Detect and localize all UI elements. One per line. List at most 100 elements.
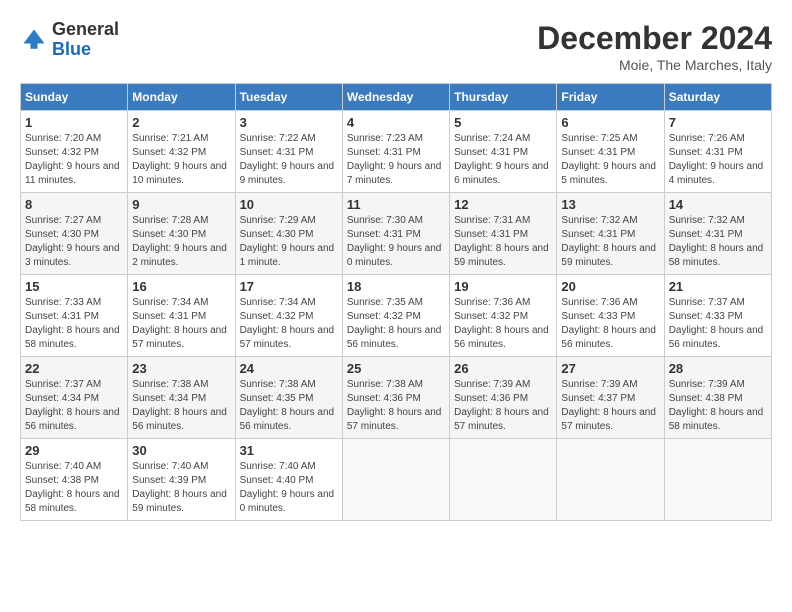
day-number: 19 bbox=[454, 279, 552, 294]
day-info: Sunrise: 7:34 AM Sunset: 4:32 PM Dayligh… bbox=[240, 296, 338, 352]
header-tuesday: Tuesday bbox=[235, 84, 342, 111]
day-info: Sunrise: 7:31 AM Sunset: 4:31 PM Dayligh… bbox=[454, 214, 552, 270]
day-number: 6 bbox=[561, 115, 659, 130]
day-number: 12 bbox=[454, 197, 552, 212]
day-cell bbox=[557, 439, 664, 521]
day-number: 14 bbox=[669, 197, 767, 212]
day-number: 13 bbox=[561, 197, 659, 212]
day-info: Sunrise: 7:40 AM Sunset: 4:39 PM Dayligh… bbox=[132, 460, 230, 516]
day-cell: 8 Sunrise: 7:27 AM Sunset: 4:30 PM Dayli… bbox=[21, 193, 128, 275]
day-cell: 23 Sunrise: 7:38 AM Sunset: 4:34 PM Dayl… bbox=[128, 357, 235, 439]
day-info: Sunrise: 7:38 AM Sunset: 4:35 PM Dayligh… bbox=[240, 378, 338, 434]
day-number: 17 bbox=[240, 279, 338, 294]
day-info: Sunrise: 7:36 AM Sunset: 4:33 PM Dayligh… bbox=[561, 296, 659, 352]
day-number: 4 bbox=[347, 115, 445, 130]
header-thursday: Thursday bbox=[450, 84, 557, 111]
day-cell: 30 Sunrise: 7:40 AM Sunset: 4:39 PM Dayl… bbox=[128, 439, 235, 521]
week-row-4: 22 Sunrise: 7:37 AM Sunset: 4:34 PM Dayl… bbox=[21, 357, 772, 439]
day-cell bbox=[450, 439, 557, 521]
day-cell: 24 Sunrise: 7:38 AM Sunset: 4:35 PM Dayl… bbox=[235, 357, 342, 439]
title-area: December 2024 Moie, The Marches, Italy bbox=[537, 20, 772, 73]
day-number: 18 bbox=[347, 279, 445, 294]
logo-text: General Blue bbox=[52, 20, 119, 60]
day-cell: 27 Sunrise: 7:39 AM Sunset: 4:37 PM Dayl… bbox=[557, 357, 664, 439]
day-cell: 6 Sunrise: 7:25 AM Sunset: 4:31 PM Dayli… bbox=[557, 111, 664, 193]
day-info: Sunrise: 7:22 AM Sunset: 4:31 PM Dayligh… bbox=[240, 132, 338, 188]
day-number: 28 bbox=[669, 361, 767, 376]
day-number: 2 bbox=[132, 115, 230, 130]
day-info: Sunrise: 7:36 AM Sunset: 4:32 PM Dayligh… bbox=[454, 296, 552, 352]
header-monday: Monday bbox=[128, 84, 235, 111]
day-cell: 17 Sunrise: 7:34 AM Sunset: 4:32 PM Dayl… bbox=[235, 275, 342, 357]
day-number: 3 bbox=[240, 115, 338, 130]
day-number: 27 bbox=[561, 361, 659, 376]
day-number: 1 bbox=[25, 115, 123, 130]
day-number: 5 bbox=[454, 115, 552, 130]
week-row-3: 15 Sunrise: 7:33 AM Sunset: 4:31 PM Dayl… bbox=[21, 275, 772, 357]
day-number: 16 bbox=[132, 279, 230, 294]
day-number: 25 bbox=[347, 361, 445, 376]
day-number: 26 bbox=[454, 361, 552, 376]
day-number: 24 bbox=[240, 361, 338, 376]
header-saturday: Saturday bbox=[664, 84, 771, 111]
day-cell: 14 Sunrise: 7:32 AM Sunset: 4:31 PM Dayl… bbox=[664, 193, 771, 275]
day-info: Sunrise: 7:28 AM Sunset: 4:30 PM Dayligh… bbox=[132, 214, 230, 270]
day-info: Sunrise: 7:20 AM Sunset: 4:32 PM Dayligh… bbox=[25, 132, 123, 188]
day-number: 23 bbox=[132, 361, 230, 376]
day-info: Sunrise: 7:26 AM Sunset: 4:31 PM Dayligh… bbox=[669, 132, 767, 188]
day-cell: 12 Sunrise: 7:31 AM Sunset: 4:31 PM Dayl… bbox=[450, 193, 557, 275]
day-number: 10 bbox=[240, 197, 338, 212]
day-number: 21 bbox=[669, 279, 767, 294]
day-info: Sunrise: 7:24 AM Sunset: 4:31 PM Dayligh… bbox=[454, 132, 552, 188]
day-cell bbox=[664, 439, 771, 521]
day-number: 30 bbox=[132, 443, 230, 458]
day-number: 9 bbox=[132, 197, 230, 212]
location: Moie, The Marches, Italy bbox=[537, 57, 772, 73]
day-cell: 15 Sunrise: 7:33 AM Sunset: 4:31 PM Dayl… bbox=[21, 275, 128, 357]
day-info: Sunrise: 7:38 AM Sunset: 4:34 PM Dayligh… bbox=[132, 378, 230, 434]
day-cell: 31 Sunrise: 7:40 AM Sunset: 4:40 PM Dayl… bbox=[235, 439, 342, 521]
day-number: 22 bbox=[25, 361, 123, 376]
week-row-5: 29 Sunrise: 7:40 AM Sunset: 4:38 PM Dayl… bbox=[21, 439, 772, 521]
day-cell: 13 Sunrise: 7:32 AM Sunset: 4:31 PM Dayl… bbox=[557, 193, 664, 275]
day-cell: 7 Sunrise: 7:26 AM Sunset: 4:31 PM Dayli… bbox=[664, 111, 771, 193]
day-info: Sunrise: 7:32 AM Sunset: 4:31 PM Dayligh… bbox=[561, 214, 659, 270]
day-cell: 20 Sunrise: 7:36 AM Sunset: 4:33 PM Dayl… bbox=[557, 275, 664, 357]
day-cell: 25 Sunrise: 7:38 AM Sunset: 4:36 PM Dayl… bbox=[342, 357, 449, 439]
day-info: Sunrise: 7:39 AM Sunset: 4:36 PM Dayligh… bbox=[454, 378, 552, 434]
day-cell: 22 Sunrise: 7:37 AM Sunset: 4:34 PM Dayl… bbox=[21, 357, 128, 439]
day-cell: 5 Sunrise: 7:24 AM Sunset: 4:31 PM Dayli… bbox=[450, 111, 557, 193]
day-info: Sunrise: 7:37 AM Sunset: 4:33 PM Dayligh… bbox=[669, 296, 767, 352]
day-info: Sunrise: 7:29 AM Sunset: 4:30 PM Dayligh… bbox=[240, 214, 338, 270]
day-cell: 26 Sunrise: 7:39 AM Sunset: 4:36 PM Dayl… bbox=[450, 357, 557, 439]
month-title: December 2024 bbox=[537, 20, 772, 57]
day-info: Sunrise: 7:25 AM Sunset: 4:31 PM Dayligh… bbox=[561, 132, 659, 188]
day-cell: 28 Sunrise: 7:39 AM Sunset: 4:38 PM Dayl… bbox=[664, 357, 771, 439]
weekday-header-row: Sunday Monday Tuesday Wednesday Thursday… bbox=[21, 84, 772, 111]
day-number: 29 bbox=[25, 443, 123, 458]
calendar: Sunday Monday Tuesday Wednesday Thursday… bbox=[20, 83, 772, 521]
header-wednesday: Wednesday bbox=[342, 84, 449, 111]
header-friday: Friday bbox=[557, 84, 664, 111]
day-info: Sunrise: 7:23 AM Sunset: 4:31 PM Dayligh… bbox=[347, 132, 445, 188]
day-cell: 10 Sunrise: 7:29 AM Sunset: 4:30 PM Dayl… bbox=[235, 193, 342, 275]
logo: General Blue bbox=[20, 20, 119, 60]
day-info: Sunrise: 7:34 AM Sunset: 4:31 PM Dayligh… bbox=[132, 296, 230, 352]
logo-blue-text: Blue bbox=[52, 40, 119, 60]
day-info: Sunrise: 7:40 AM Sunset: 4:40 PM Dayligh… bbox=[240, 460, 338, 516]
day-cell: 18 Sunrise: 7:35 AM Sunset: 4:32 PM Dayl… bbox=[342, 275, 449, 357]
day-info: Sunrise: 7:39 AM Sunset: 4:37 PM Dayligh… bbox=[561, 378, 659, 434]
day-number: 31 bbox=[240, 443, 338, 458]
day-cell: 19 Sunrise: 7:36 AM Sunset: 4:32 PM Dayl… bbox=[450, 275, 557, 357]
day-cell: 2 Sunrise: 7:21 AM Sunset: 4:32 PM Dayli… bbox=[128, 111, 235, 193]
day-info: Sunrise: 7:39 AM Sunset: 4:38 PM Dayligh… bbox=[669, 378, 767, 434]
logo-general-text: General bbox=[52, 20, 119, 40]
day-cell bbox=[342, 439, 449, 521]
day-info: Sunrise: 7:30 AM Sunset: 4:31 PM Dayligh… bbox=[347, 214, 445, 270]
day-info: Sunrise: 7:38 AM Sunset: 4:36 PM Dayligh… bbox=[347, 378, 445, 434]
day-cell: 16 Sunrise: 7:34 AM Sunset: 4:31 PM Dayl… bbox=[128, 275, 235, 357]
day-info: Sunrise: 7:35 AM Sunset: 4:32 PM Dayligh… bbox=[347, 296, 445, 352]
header: General Blue December 2024 Moie, The Mar… bbox=[20, 20, 772, 73]
day-info: Sunrise: 7:37 AM Sunset: 4:34 PM Dayligh… bbox=[25, 378, 123, 434]
day-cell: 29 Sunrise: 7:40 AM Sunset: 4:38 PM Dayl… bbox=[21, 439, 128, 521]
